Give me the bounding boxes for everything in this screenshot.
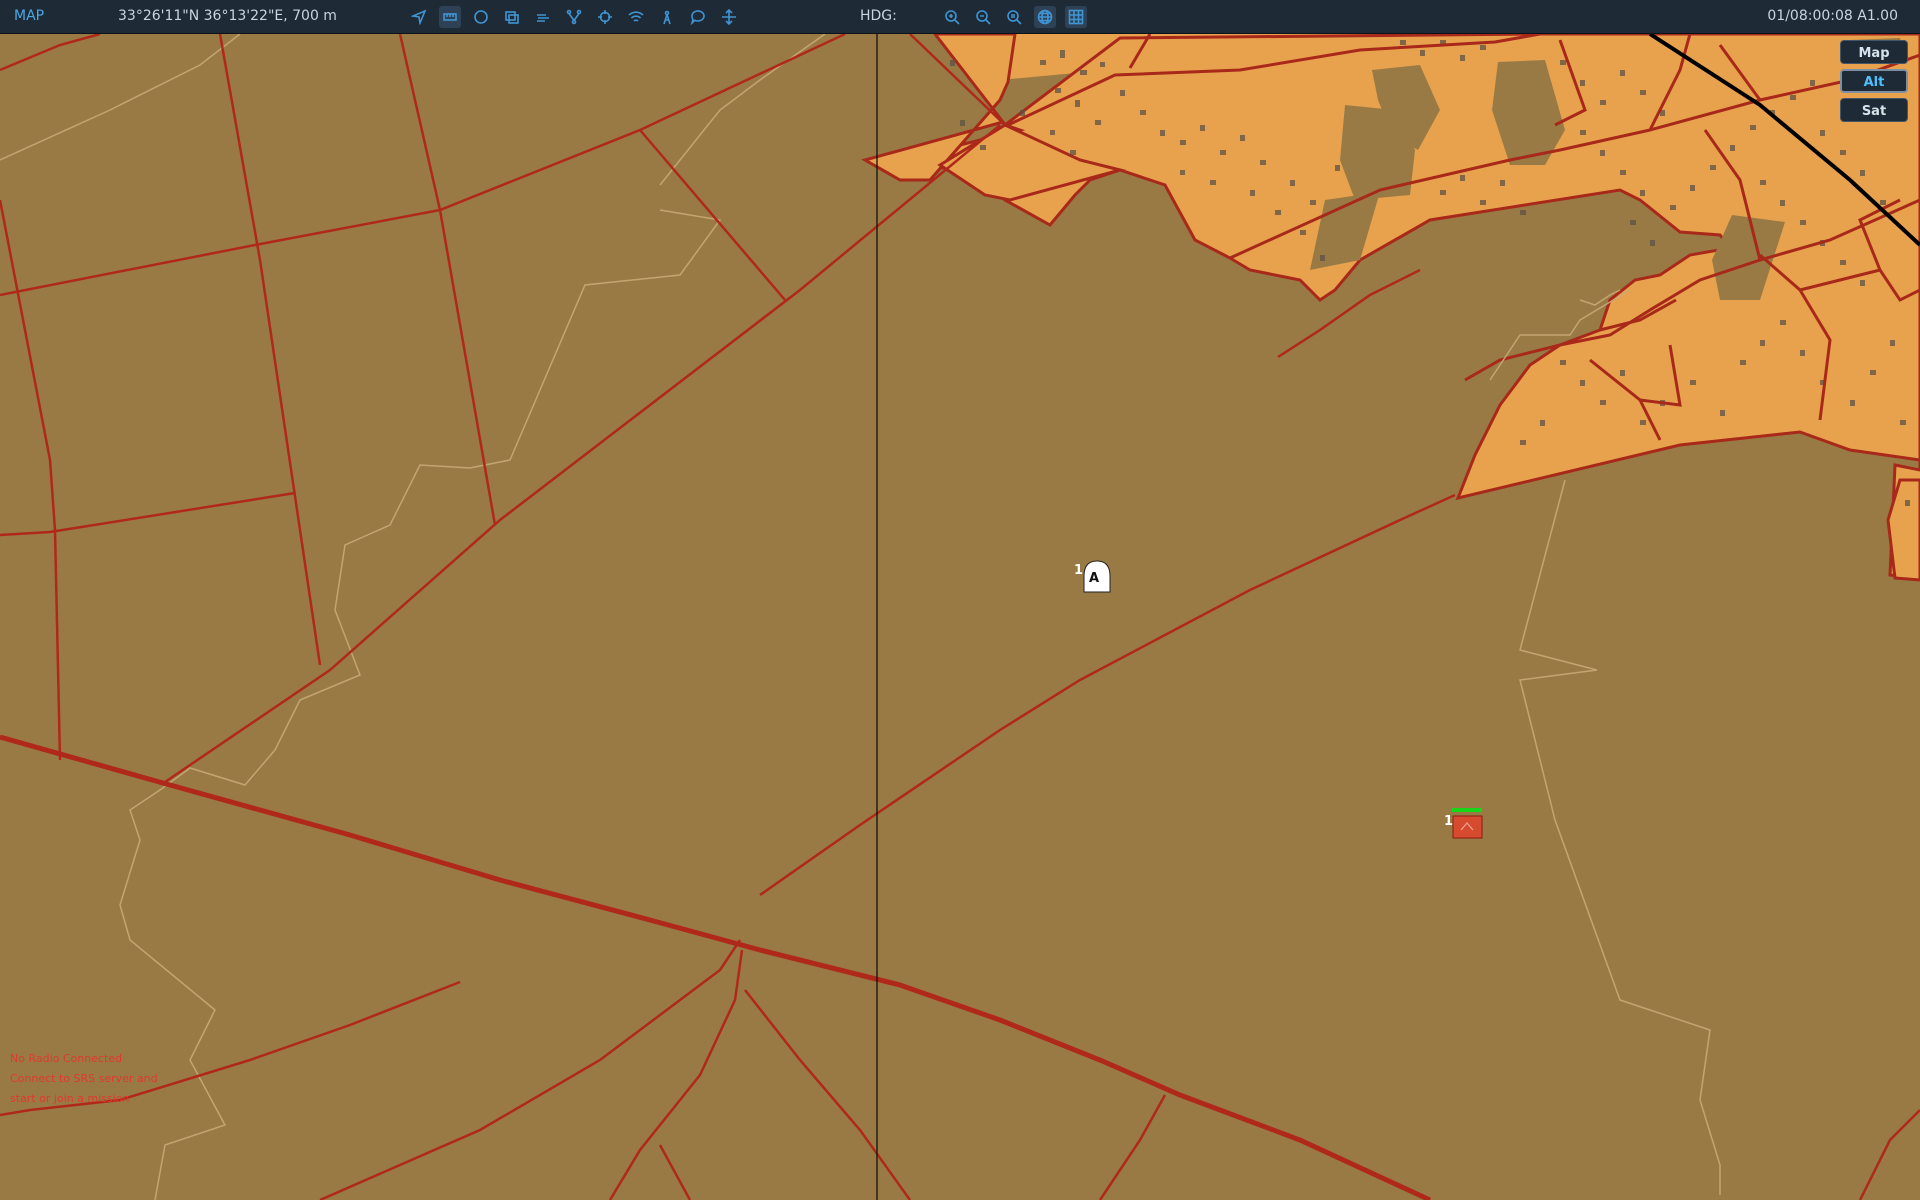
- map-layer-button[interactable]: Map: [1840, 40, 1908, 64]
- globe-icon[interactable]: [1034, 6, 1056, 28]
- enemy-unit-count: 1: [1444, 814, 1454, 829]
- map-canvas[interactable]: [0, 34, 1920, 1200]
- health-bar: [1452, 808, 1482, 812]
- radio-status-line: Connect to SRS server and: [10, 1072, 158, 1085]
- circle-icon[interactable]: [470, 6, 492, 28]
- layer-switcher: Map Alt Sat: [1840, 40, 1910, 127]
- chat-icon[interactable]: [687, 6, 709, 28]
- heading-readout: HDG:: [860, 8, 897, 24]
- grid-icon[interactable]: [1065, 6, 1087, 28]
- zoom-fit-icon[interactable]: [1003, 6, 1025, 28]
- ruler-icon[interactable]: [439, 6, 461, 28]
- cursor-coordinates: 33°26'11"N 36°13'22"E, 700 m: [118, 8, 337, 24]
- radio-status: No Radio Connected Connect to SRS server…: [10, 1049, 158, 1109]
- mode-label: MAP: [14, 8, 45, 24]
- radio-status-line: start or join a mission: [10, 1092, 130, 1105]
- radio-tower-icon[interactable]: [656, 6, 678, 28]
- network-icon[interactable]: [563, 6, 585, 28]
- navigate-icon[interactable]: [408, 6, 430, 28]
- top-toolbar: MAP 33°26'11"N 36°13'22"E, 700 m HDG: 01…: [0, 0, 1920, 34]
- zoom-out-icon[interactable]: [972, 6, 994, 28]
- target-icon[interactable]: [594, 6, 616, 28]
- weather-icon[interactable]: [532, 6, 554, 28]
- terrain: [0, 34, 1920, 1200]
- move-icon[interactable]: [718, 6, 740, 28]
- sat-layer-button[interactable]: Sat: [1840, 98, 1908, 122]
- wifi-icon[interactable]: [625, 6, 647, 28]
- friendly-unit-glyph: A: [1089, 571, 1100, 586]
- friendly-unit-count: 1: [1074, 563, 1084, 578]
- alt-layer-button[interactable]: Alt: [1840, 69, 1908, 93]
- mission-clock: 01/08:00:08 A1.00: [1767, 8, 1898, 24]
- zoom-in-icon[interactable]: [941, 6, 963, 28]
- layers-icon[interactable]: [501, 6, 523, 28]
- radio-status-line: No Radio Connected: [10, 1052, 123, 1065]
